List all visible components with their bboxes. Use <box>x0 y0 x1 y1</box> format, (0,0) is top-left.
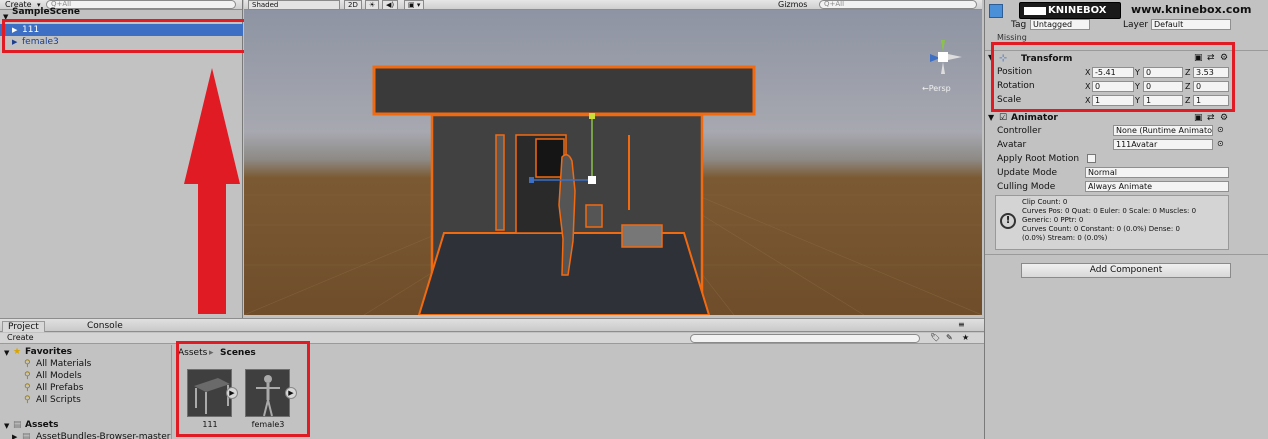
animator-info-text: Clip Count: 0 Curves Pos: 0 Quat: 0 Eule… <box>1022 198 1196 243</box>
info-line: Curves Count: 0 Constant: 0 (0.0%) Dense… <box>1022 225 1180 233</box>
project-panel: Project Console ≡ Create 🏷 ✎ ★ ▼ ★ Favor… <box>0 318 984 439</box>
tag-dropdown[interactable]: Untagged <box>1030 19 1090 30</box>
info-line: Curves Pos: 0 Quat: 0 Euler: 0 Scale: 0 … <box>1022 207 1197 215</box>
expand-arrow-icon[interactable]: ▶ <box>12 431 17 439</box>
culling-mode-dropdown[interactable]: Always Animate <box>1085 181 1229 192</box>
object-picker-icon[interactable]: ⊙ <box>1217 139 1224 148</box>
tab-project[interactable]: Project <box>2 321 45 332</box>
controller-field[interactable]: None (Runtime Animator C <box>1113 125 1213 136</box>
scene-toolbar: Shaded 2D ☀ ◀) ▣ ▾ Gizmos Q+All <box>244 0 982 10</box>
layer-dropdown[interactable]: Default <box>1151 19 1231 30</box>
apply-root-motion-label: Apply Root Motion <box>997 154 1080 164</box>
favorite-item[interactable]: All Scripts <box>36 394 81 406</box>
gear-icon[interactable]: ⚙ <box>1220 113 1228 123</box>
animator-title: Animator <box>1011 113 1058 123</box>
scene-view[interactable]: ←Persp <box>244 10 982 315</box>
cube-icon <box>989 4 1003 18</box>
tab-label: Project <box>8 322 39 332</box>
kninebox-logo: KNINEBOX <box>1019 2 1121 19</box>
tab-console[interactable]: Console <box>82 321 128 332</box>
assets-foldout-icon[interactable]: ▼ <box>4 420 9 432</box>
project-search-input[interactable] <box>690 334 920 343</box>
tab-label: Console <box>87 321 123 331</box>
hierarchy-panel: Create ▾ Q+All ▼ SampleScene ▶ 111 ▶ fem… <box>0 0 282 318</box>
favorites-title: Favorites <box>25 347 73 357</box>
star-icon: ★ <box>13 347 22 357</box>
apply-root-motion-checkbox[interactable] <box>1087 154 1096 163</box>
avatar-field[interactable]: 111Avatar <box>1113 139 1213 150</box>
logo-mark-icon <box>1024 7 1046 15</box>
project-tab-bar: Project Console ≡ <box>0 319 984 332</box>
favorite-item[interactable]: All Prefabs <box>36 382 83 394</box>
update-mode-label: Update Mode <box>997 168 1057 178</box>
assets-highlight-box <box>176 341 310 437</box>
highlight-box <box>2 19 282 53</box>
layer-label: Layer <box>1123 20 1149 30</box>
asset-folder-item[interactable]: AssetBundles-Browser-master <box>36 431 170 439</box>
culling-mode-label: Culling Mode <box>997 182 1056 192</box>
scene-name: SampleScene <box>12 7 80 17</box>
search-icon: ⚲ <box>24 395 31 405</box>
info-line: Generic: 0 PPtr: 0 <box>1022 216 1084 224</box>
watermark-url: www.kninebox.com <box>1131 3 1252 16</box>
animator-enabled-checkbox[interactable]: ☑ <box>999 113 1007 123</box>
logo-text: KNINEBOX <box>1048 5 1107 16</box>
favorites-foldout-icon[interactable]: ▼ <box>4 347 9 359</box>
inspector-panel: Tag Untagged Layer Default Missing ▼ ⊹ T… <box>984 0 1268 439</box>
shading-dropdown[interactable]: Shaded <box>248 0 340 10</box>
scene-search-input[interactable]: Q+All <box>819 0 977 9</box>
panel-menu-icon[interactable]: ≡ <box>958 320 965 329</box>
favorite-star-icon[interactable]: ★ <box>962 333 969 342</box>
red-up-arrow-icon <box>184 68 240 314</box>
filter-label-icon[interactable]: ✎ <box>946 333 953 342</box>
gizmos-dropdown[interactable]: Gizmos <box>778 0 807 10</box>
animator-foldout-icon[interactable]: ▼ <box>988 113 994 122</box>
folder-icon: ▤ <box>13 420 22 430</box>
search-icon: ⚲ <box>24 359 31 369</box>
help-icon[interactable]: ▣ <box>1194 113 1203 123</box>
audio-toggle-icon[interactable]: ◀) <box>382 0 399 10</box>
object-picker-icon[interactable]: ⊙ <box>1217 125 1224 134</box>
2d-toggle[interactable]: 2D <box>344 0 362 10</box>
divider <box>985 254 1268 255</box>
tag-label: Tag <box>1011 20 1027 30</box>
lighting-toggle-icon[interactable]: ☀ <box>365 0 380 10</box>
project-create-button[interactable]: Create <box>4 333 37 343</box>
update-mode-dropdown[interactable]: Normal <box>1085 167 1229 178</box>
assets-title: Assets <box>25 420 59 430</box>
project-tree: ▼ ★ Favorites ⚲ All Materials ⚲ All Mode… <box>0 345 172 439</box>
transform-highlight-box <box>991 42 1235 112</box>
folder-icon: ▤ <box>22 432 31 439</box>
info-line: Clip Count: 0 <box>1022 198 1068 206</box>
effects-dropdown-icon[interactable]: ▣ ▾ <box>404 0 425 10</box>
avatar-label: Avatar <box>997 140 1027 150</box>
info-icon: ! <box>1000 213 1016 229</box>
favorite-item[interactable]: All Models <box>36 370 82 382</box>
preset-icon[interactable]: ⇄ <box>1207 113 1215 123</box>
missing-label: Missing <box>997 33 1027 42</box>
animator-info-box: ! Clip Count: 0 Curves Pos: 0 Quat: 0 Eu… <box>995 195 1229 250</box>
controller-label: Controller <box>997 126 1042 136</box>
project-toolbar: Create 🏷 ✎ ★ <box>0 333 984 344</box>
filter-type-icon[interactable]: 🏷 <box>930 333 940 342</box>
persp-label[interactable]: ←Persp <box>922 84 951 93</box>
favorite-item[interactable]: All Materials <box>36 358 91 370</box>
search-icon: ⚲ <box>24 383 31 393</box>
search-icon: ⚲ <box>24 371 31 381</box>
info-line: (0.0%) Stream: 0 (0.0%) <box>1022 234 1108 242</box>
add-component-button[interactable]: Add Component <box>1021 263 1231 278</box>
orientation-gizmo-icon[interactable] <box>910 40 970 80</box>
room-model[interactable] <box>364 65 764 315</box>
